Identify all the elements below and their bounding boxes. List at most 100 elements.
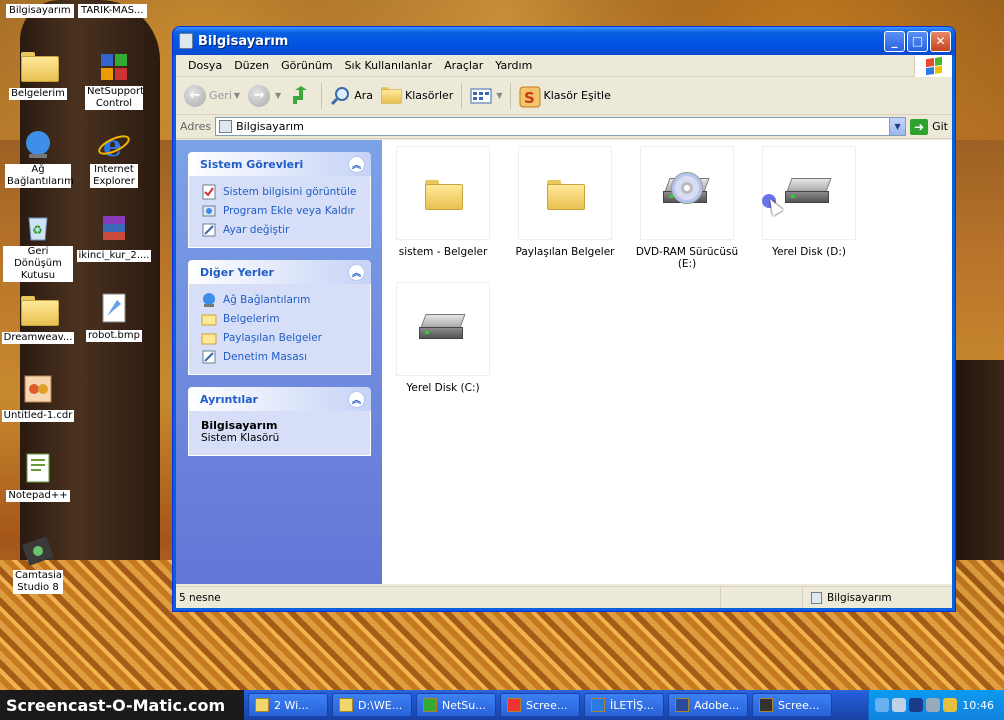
desktop-icon-untitled-cdr[interactable]: Untitled-1.cdr bbox=[0, 372, 76, 422]
task-view-system-info[interactable]: Sistem bilgisini görüntüle bbox=[201, 182, 360, 201]
item-local-disk-c[interactable]: Yerel Disk (C:) bbox=[382, 282, 504, 394]
desktop-label-tarik[interactable]: TARIK-MAS... bbox=[78, 4, 147, 18]
my-computer-icon bbox=[219, 120, 233, 133]
taskbar-item-adobe[interactable]: Adobe... bbox=[668, 693, 748, 717]
menu-araclar[interactable]: Araçlar bbox=[438, 59, 489, 72]
forward-button[interactable]: → ▼ bbox=[244, 81, 285, 111]
camtasia-icon bbox=[21, 534, 55, 568]
collapse-chevron-icon[interactable]: ︽ bbox=[348, 155, 365, 173]
address-dropdown-button[interactable]: ▼ bbox=[889, 118, 906, 135]
go-button[interactable]: ➜ Git bbox=[910, 118, 948, 135]
desktop-icon-camtasia[interactable]: Camtasia Studio 8 bbox=[0, 534, 76, 594]
maximize-button[interactable]: □ bbox=[907, 30, 928, 52]
desktop-icon-netsupport[interactable]: NetSupport Control bbox=[76, 50, 152, 110]
hard-disk-icon bbox=[419, 314, 467, 344]
tray-monitor-icon[interactable] bbox=[892, 698, 906, 712]
desktop-icon-belgelerim[interactable]: Belgelerim bbox=[0, 48, 76, 100]
collapse-chevron-icon[interactable]: ︽ bbox=[348, 390, 365, 408]
forward-arrow-icon: → bbox=[248, 84, 271, 107]
taskbar-item-windows[interactable]: 2 Wi... bbox=[248, 693, 328, 717]
back-button[interactable]: ← Geri ▼ bbox=[180, 81, 244, 111]
adobe-icon bbox=[675, 698, 689, 712]
item-dvd-drive[interactable]: DVD-RAM Sürücüsü (E:) bbox=[626, 146, 748, 270]
taskbar-item-dwe[interactable]: D:\WE... bbox=[332, 693, 412, 717]
toolbar-separator bbox=[510, 82, 512, 109]
item-sistem-belgeler[interactable]: sistem - Belgeler bbox=[382, 146, 504, 258]
task-add-remove-programs[interactable]: Program Ekle veya Kaldır bbox=[201, 201, 360, 220]
other-places-panel: Diğer Yerler ︽ Ağ Bağlantılarım Belgeler… bbox=[188, 260, 371, 375]
control-panel-icon bbox=[201, 222, 217, 238]
folder-icon bbox=[255, 698, 269, 712]
svg-text:S: S bbox=[524, 89, 535, 107]
tray-security-icon[interactable] bbox=[943, 698, 957, 712]
task-pane: Sistem Görevleri ︽ Sistem bilgisini görü… bbox=[176, 140, 382, 584]
tray-x-icon[interactable] bbox=[909, 698, 923, 712]
recycle-bin-icon: ♻ bbox=[21, 210, 55, 244]
search-button[interactable]: Ara bbox=[326, 81, 377, 111]
desktop-icon-winrar[interactable]: ikinci_kur_2.... bbox=[76, 212, 152, 262]
system-info-icon bbox=[201, 184, 217, 200]
taskbar-item-chrome[interactable]: Scree... bbox=[500, 693, 580, 717]
netsupport-icon bbox=[423, 698, 437, 712]
place-shared-documents[interactable]: Paylaşılan Belgeler bbox=[201, 328, 360, 347]
status-count: 5 nesne bbox=[179, 591, 221, 604]
folder-icon bbox=[425, 178, 463, 210]
status-bar: 5 nesne Bilgisayarım bbox=[176, 586, 952, 608]
toolbar-separator bbox=[321, 82, 323, 109]
menu-favorites[interactable]: Sık Kullanılanlar bbox=[339, 59, 439, 72]
folder-icon bbox=[547, 178, 585, 210]
minimize-button[interactable]: _ bbox=[884, 30, 905, 52]
close-button[interactable]: ✕ bbox=[930, 30, 951, 52]
tray-network-icon[interactable] bbox=[875, 698, 889, 712]
back-arrow-icon: ← bbox=[184, 84, 206, 107]
views-icon bbox=[470, 86, 492, 106]
screencast-watermark: Screencast-O-Matic.com bbox=[0, 690, 244, 720]
window-icon bbox=[339, 698, 353, 712]
toolbar: ← Geri ▼ → ▼ Ara Klasörler ▼ S Klasör Eş… bbox=[176, 77, 952, 115]
item-local-disk-d[interactable]: Yerel Disk (D:) bbox=[748, 146, 870, 258]
collapse-chevron-icon[interactable]: ︽ bbox=[348, 263, 365, 281]
address-input[interactable]: Bilgisayarım ▼ bbox=[215, 117, 907, 136]
panel-header[interactable]: Sistem Görevleri ︽ bbox=[188, 152, 371, 176]
svg-text:♻: ♻ bbox=[32, 223, 43, 237]
menu-duzen[interactable]: Düzen bbox=[228, 59, 275, 72]
place-control-panel[interactable]: Denetim Masası bbox=[201, 347, 360, 366]
ie-icon: e bbox=[97, 128, 131, 164]
menu-yardim[interactable]: Yardım bbox=[489, 59, 538, 72]
place-my-documents[interactable]: Belgelerim bbox=[201, 309, 360, 328]
item-shared-documents[interactable]: Paylaşılan Belgeler bbox=[504, 146, 626, 258]
taskbar-item-ie[interactable]: İLETİŞ... bbox=[584, 693, 664, 717]
taskbar-item-screencast[interactable]: Scree... bbox=[752, 693, 832, 717]
desktop-icon-notepadpp[interactable]: Notepad++ bbox=[0, 452, 76, 502]
title-bar[interactable]: Bilgisayarım _ □ ✕ bbox=[173, 27, 955, 55]
screencast-icon bbox=[759, 698, 773, 712]
desktop-icon-dreamweaver[interactable]: Dreamweav... bbox=[0, 292, 76, 344]
desktop-label-my-computer[interactable]: Bilgisayarım bbox=[6, 4, 74, 18]
up-arrow-icon bbox=[289, 85, 309, 106]
menu-dosya[interactable]: Dosya bbox=[182, 59, 228, 72]
coreldraw-icon bbox=[21, 372, 55, 406]
folder-sync-button[interactable]: S Klasör Eşitle bbox=[515, 81, 614, 111]
my-computer-icon bbox=[811, 591, 822, 604]
address-label: Adres bbox=[180, 120, 212, 133]
tray-app-icon[interactable] bbox=[926, 698, 940, 712]
taskbar-item-netsupport[interactable]: NetSu... bbox=[416, 693, 496, 717]
desktop-icon-robot[interactable]: robot.bmp bbox=[76, 292, 152, 342]
task-change-setting[interactable]: Ayar değiştir bbox=[201, 220, 360, 239]
desktop-icon-ie[interactable]: e Internet Explorer bbox=[76, 128, 152, 188]
details-panel: Ayrıntılar ︽ Bilgisayarım Sistem Klasörü bbox=[188, 387, 371, 456]
up-folder-button[interactable] bbox=[285, 81, 317, 111]
views-button[interactable]: ▼ bbox=[466, 81, 506, 111]
place-network-connections[interactable]: Ağ Bağlantılarım bbox=[201, 290, 360, 309]
documents-icon bbox=[201, 311, 217, 327]
panel-header[interactable]: Ayrıntılar ︽ bbox=[188, 387, 371, 411]
clock[interactable]: 10:46 bbox=[962, 699, 994, 712]
panel-header[interactable]: Diğer Yerler ︽ bbox=[188, 260, 371, 284]
folders-button[interactable]: Klasörler bbox=[377, 81, 457, 111]
my-computer-icon bbox=[179, 33, 193, 49]
control-panel-icon bbox=[201, 349, 217, 365]
desktop-icon-network[interactable]: Ağ Bağlantılarım bbox=[0, 128, 76, 188]
desktop-icon-recycle[interactable]: ♻ Geri Dönüşüm Kutusu bbox=[0, 210, 76, 282]
menu-gorunum[interactable]: Görünüm bbox=[275, 59, 338, 72]
details-name: Bilgisayarım bbox=[201, 419, 278, 432]
